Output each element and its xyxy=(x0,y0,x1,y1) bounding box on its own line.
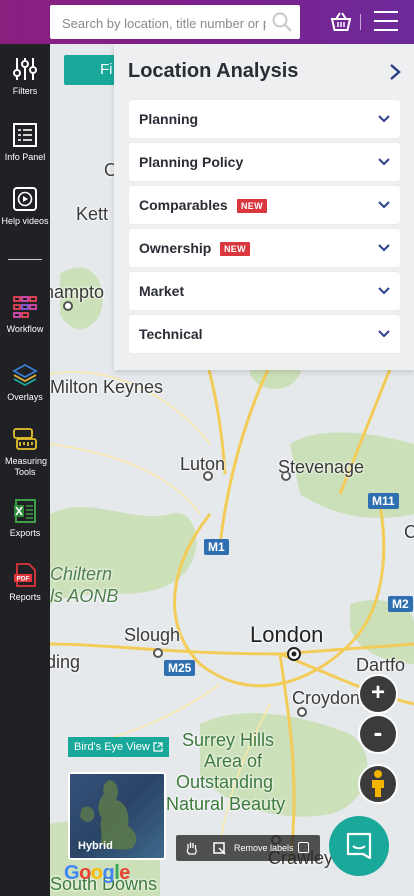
remove-labels-label: Remove labels xyxy=(234,843,294,853)
accordion-label: Planning Policy xyxy=(139,154,244,170)
birds-eye-view-label: Bird's Eye View xyxy=(74,741,150,753)
sidebar-item-label: Workflow xyxy=(6,324,44,334)
sidebar-item-label: Reports xyxy=(9,592,41,602)
basket-icon[interactable] xyxy=(330,12,352,32)
sidebar-item-label: Exports xyxy=(9,528,41,538)
top-bar xyxy=(0,0,414,44)
sidebar-item-help-videos[interactable]: Help videos xyxy=(0,186,50,227)
panel-title: Location Analysis xyxy=(128,60,299,82)
filter-button-label: Fi xyxy=(100,61,113,78)
map-label-c: C xyxy=(404,522,414,542)
chevron-right-icon[interactable] xyxy=(386,62,404,82)
pdf-icon: PDF xyxy=(14,563,36,587)
hamburger-menu-icon[interactable] xyxy=(374,11,398,33)
svg-text:PDF: PDF xyxy=(17,576,30,583)
chat-icon xyxy=(346,832,372,860)
map-label-dartford: Dartfo xyxy=(356,655,406,675)
google-logo: Google xyxy=(64,862,130,884)
sliders-icon xyxy=(13,58,37,80)
chevron-down-icon xyxy=(378,115,390,123)
sidebar-item-label: Measuring Tools xyxy=(5,456,48,477)
map-label-luton: Luton xyxy=(180,454,226,474)
chevron-down-icon xyxy=(378,158,390,166)
sidebar-item-overlays[interactable]: Overlays xyxy=(0,362,50,403)
map-label-chilterns-aonb: lls AONB xyxy=(50,586,119,606)
road-sign-m1: M1 xyxy=(204,539,229,555)
new-badge: NEW xyxy=(220,242,250,256)
map-label-chiltern: Chiltern xyxy=(50,564,113,584)
hybrid-map-toggle[interactable]: Hybrid xyxy=(68,772,166,860)
sidebar-divider xyxy=(8,259,42,260)
play-icon xyxy=(13,187,37,211)
map-label-northampton: hampto xyxy=(50,282,105,302)
sidebar-item-filters[interactable]: Filters xyxy=(0,56,50,97)
new-badge: NEW xyxy=(237,199,267,213)
chevron-down-icon xyxy=(378,244,390,252)
accordion-planning[interactable]: Planning xyxy=(129,100,400,138)
sidebar-item-measuring-tools[interactable]: Measuring Tools xyxy=(0,426,50,478)
search-icon[interactable] xyxy=(272,12,292,32)
sidebar-item-reports[interactable]: PDF Reports xyxy=(0,562,50,603)
accordion-market[interactable]: Market xyxy=(129,272,400,310)
draw-area-icon[interactable] xyxy=(212,841,226,855)
accordion-comparables[interactable]: Comparables NEW xyxy=(129,186,400,224)
birds-eye-view-button[interactable]: Bird's Eye View xyxy=(68,737,169,757)
road-sign-m2: M2 xyxy=(388,596,413,612)
layers-icon xyxy=(12,363,38,387)
accordion-ownership[interactable]: Ownership NEW xyxy=(129,229,400,267)
sidebar-item-workflow[interactable]: Workflow xyxy=(0,294,50,335)
zoom-out-button[interactable]: - xyxy=(358,714,398,754)
hybrid-label: Hybrid xyxy=(78,840,113,852)
pegman-icon xyxy=(372,770,384,797)
accordion-label: Ownership xyxy=(139,240,212,256)
accordion-label: Market xyxy=(139,283,185,299)
hand-pan-icon[interactable] xyxy=(184,840,200,856)
map-label-croydon: Croydon xyxy=(292,688,361,708)
accordion-label: Planning xyxy=(139,111,199,127)
remove-labels-checkbox[interactable] xyxy=(298,842,309,853)
external-link-icon xyxy=(153,742,163,752)
measuring-tools-icon xyxy=(13,428,37,450)
chat-button[interactable] xyxy=(329,816,389,876)
accordion-label: Technical xyxy=(139,326,203,342)
search-input[interactable] xyxy=(60,5,268,41)
sidebar-item-label: Info Panel xyxy=(4,152,46,162)
accordion-technical[interactable]: Technical xyxy=(129,315,400,353)
map-label-stevenage: Stevenage xyxy=(278,457,365,477)
sidebar-item-label: Overlays xyxy=(7,392,43,402)
road-sign-m25: M25 xyxy=(164,660,196,676)
workflow-icon xyxy=(13,296,37,318)
map-label-area-of: Area of xyxy=(204,751,263,771)
sidebar-item-exports[interactable]: Exports xyxy=(0,498,50,539)
map-label-outstanding: Outstanding xyxy=(176,772,274,792)
map-label-surrey-hills: Surrey Hills xyxy=(182,730,275,750)
map-label-kettering: Kett xyxy=(76,204,109,224)
excel-icon xyxy=(14,499,36,523)
map-label-london: London xyxy=(250,622,324,647)
header-separator xyxy=(360,14,361,30)
map-label-milton-keynes: Milton Keynes xyxy=(50,377,164,397)
road-sign-m11: M11 xyxy=(368,493,399,509)
accordion-planning-policy[interactable]: Planning Policy xyxy=(129,143,400,181)
map-label-reading: ding xyxy=(50,652,81,672)
map-label-slough: Slough xyxy=(124,625,181,645)
map-label-natural-beauty: Natural Beauty xyxy=(166,794,286,814)
map-tools-bar: Remove labels xyxy=(176,835,320,861)
sidebar-item-label: Filters xyxy=(12,86,38,96)
accordion-label: Comparables xyxy=(139,197,228,213)
sidebar-item-info-panel[interactable]: Info Panel xyxy=(0,122,50,163)
chevron-down-icon xyxy=(378,330,390,338)
sidebar: Filters Info Panel Help videos Workflow … xyxy=(0,44,50,896)
location-analysis-panel: Location Analysis Planning Planning Poli… xyxy=(114,44,414,370)
chevron-down-icon xyxy=(378,287,390,295)
sidebar-item-label: Help videos xyxy=(1,216,49,226)
street-view-button[interactable] xyxy=(358,764,398,804)
search-box[interactable] xyxy=(50,5,300,41)
info-panel-icon xyxy=(13,123,37,147)
zoom-in-button[interactable]: + xyxy=(358,674,398,714)
chevron-down-icon xyxy=(378,201,390,209)
